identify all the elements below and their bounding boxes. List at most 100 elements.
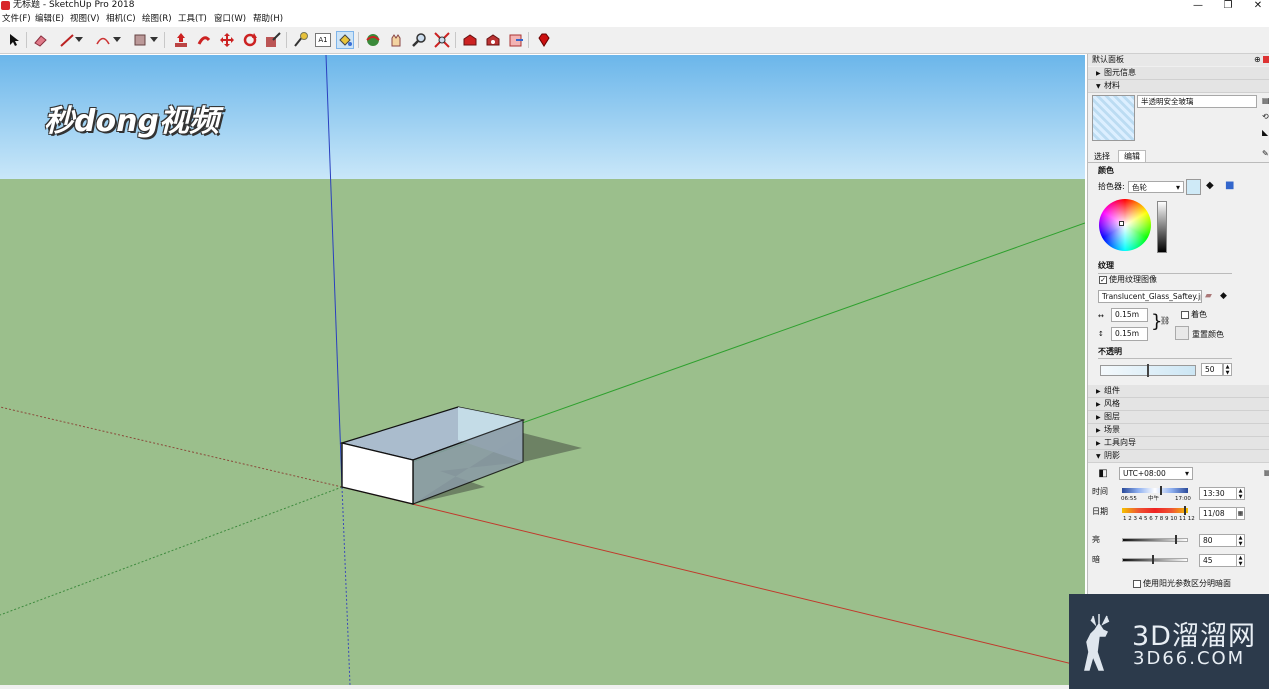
lock-aspect-icon[interactable]: ⛓: [1160, 316, 1170, 325]
zoom-icon[interactable]: [410, 31, 428, 49]
date-slider[interactable]: [1122, 508, 1188, 513]
warehouse-icon[interactable]: [461, 31, 479, 49]
menu-tools[interactable]: 工具(T): [178, 14, 207, 25]
colorize-checkbox[interactable]: [1181, 311, 1189, 319]
menu-help[interactable]: 帮助(H): [253, 14, 283, 25]
reset-color-swatch[interactable]: [1175, 326, 1189, 340]
section-materials[interactable]: ▼ 材料: [1088, 80, 1269, 93]
blue-axis-negative: [341, 486, 351, 685]
time-field[interactable]: 13:30: [1199, 487, 1237, 500]
toolbar-separator: [455, 32, 456, 48]
ruby-icon[interactable]: [535, 31, 553, 49]
select-icon[interactable]: [5, 31, 23, 49]
tape-measure-icon[interactable]: [292, 31, 310, 49]
date-field[interactable]: 11/08: [1199, 507, 1237, 520]
chevron-down-icon[interactable]: [149, 31, 159, 49]
menu-file[interactable]: 文件(F): [2, 14, 31, 25]
material-name-field[interactable]: 半透明安全玻璃: [1137, 95, 1257, 108]
pin-icon[interactable]: ⊕: [1254, 55, 1261, 65]
opacity-slider-thumb[interactable]: [1147, 364, 1149, 377]
toolbar-separator: [164, 32, 165, 48]
time-spinner[interactable]: ▲ ▼: [1236, 487, 1245, 500]
section-styles[interactable]: ▶ 风格: [1088, 398, 1269, 411]
shape-icon[interactable]: [131, 31, 149, 49]
toggle-shadows-icon[interactable]: ◧: [1096, 468, 1110, 481]
brightness-slider[interactable]: [1157, 201, 1167, 253]
section-shadows[interactable]: ▼ 阴影: [1088, 450, 1269, 463]
material-swatch[interactable]: [1092, 95, 1135, 141]
calendar-icon[interactable]: ▦: [1236, 507, 1245, 520]
opacity-spinner[interactable]: ▲ ▼: [1223, 363, 1232, 376]
texture-height-field[interactable]: 0.15m: [1111, 327, 1148, 341]
chevron-down-icon[interactable]: [74, 31, 84, 49]
chevron-down-icon[interactable]: [112, 31, 122, 49]
follow-me-icon[interactable]: [195, 31, 213, 49]
match-color-model-icon[interactable]: ◆: [1206, 180, 1214, 191]
menu-edit[interactable]: 编辑(E): [35, 14, 64, 25]
time-slider[interactable]: [1122, 488, 1188, 493]
color-wheel-marker[interactable]: [1119, 221, 1124, 226]
dark-field[interactable]: 45: [1199, 554, 1237, 567]
menu-window[interactable]: 窗口(W): [214, 14, 246, 25]
reset-material-icon[interactable]: ⟲: [1262, 112, 1269, 121]
use-texture-checkbox[interactable]: ✓: [1099, 276, 1107, 284]
section-components[interactable]: ▶ 组件: [1088, 385, 1269, 398]
picker-select[interactable]: 色轮: [1128, 181, 1184, 193]
light-spinner[interactable]: ▲ ▼: [1236, 534, 1245, 547]
orbit-icon[interactable]: [364, 31, 382, 49]
menu-draw[interactable]: 绘图(R): [142, 14, 172, 25]
pan-icon[interactable]: [387, 31, 405, 49]
close-icon[interactable]: [1263, 56, 1269, 63]
dark-slider[interactable]: [1122, 558, 1188, 562]
sample-paint-icon[interactable]: ◣: [1262, 128, 1268, 137]
close-button[interactable]: ✕: [1243, 0, 1269, 12]
light-slider-thumb[interactable]: [1175, 535, 1177, 544]
deer-logo-icon: [1084, 614, 1110, 671]
create-material-icon[interactable]: ▤: [1262, 96, 1269, 105]
tab-select[interactable]: 选择: [1094, 152, 1110, 162]
menu-view[interactable]: 视图(V): [70, 14, 99, 25]
maximize-button[interactable]: ❐: [1213, 0, 1243, 12]
time-slider-thumb[interactable]: [1160, 486, 1162, 495]
toolbar-separator: [358, 32, 359, 48]
light-field[interactable]: 80: [1199, 534, 1237, 547]
expand-shadows-icon[interactable]: ▤: [1264, 468, 1269, 477]
section-instructor[interactable]: ▶ 工具向导: [1088, 437, 1269, 450]
minimize-button[interactable]: —: [1183, 0, 1213, 12]
model-viewport[interactable]: 秒dong视频: [0, 55, 1085, 685]
menu-camera[interactable]: 相机(C): [106, 14, 136, 25]
picker-label: 拾色器:: [1098, 182, 1125, 191]
sun-shading-checkbox[interactable]: [1133, 580, 1141, 588]
scale-icon[interactable]: [264, 31, 282, 49]
opacity-divider: [1098, 358, 1232, 359]
section-scenes[interactable]: ▶ 场景: [1088, 424, 1269, 437]
text-icon[interactable]: A1: [315, 33, 331, 47]
texture-file-field[interactable]: Translucent_Glass_Saftey.jpg: [1098, 290, 1202, 303]
browse-folder-icon[interactable]: ▰: [1205, 291, 1212, 301]
zoom-extents-icon[interactable]: [433, 31, 451, 49]
chevron-right-icon: ▶: [1096, 440, 1101, 447]
pencil-icon[interactable]: ✎: [1262, 149, 1269, 158]
dark-spinner[interactable]: ▲ ▼: [1236, 554, 1245, 567]
color-preview: [1186, 179, 1201, 195]
section-layers[interactable]: ▶ 图层: [1088, 411, 1269, 424]
reset-color-label[interactable]: 重置颜色: [1192, 330, 1224, 340]
paint-bucket-icon[interactable]: [336, 31, 354, 49]
timezone-select[interactable]: UTC+08:00: [1119, 467, 1193, 480]
rotate-icon[interactable]: [241, 31, 259, 49]
opacity-value-field[interactable]: 50: [1201, 363, 1223, 376]
texture-width-field[interactable]: 0.15m: [1111, 308, 1148, 322]
match-color-screen-icon[interactable]: ■: [1225, 180, 1234, 191]
send-to-layout-icon[interactable]: [507, 31, 525, 49]
eraser-icon[interactable]: [31, 31, 49, 49]
dark-slider-thumb[interactable]: [1152, 555, 1154, 564]
push-pull-icon[interactable]: [172, 31, 190, 49]
move-icon[interactable]: [218, 31, 236, 49]
light-slider[interactable]: [1122, 538, 1188, 542]
color-wheel[interactable]: [1099, 199, 1151, 251]
section-entity-info[interactable]: ▶ 图元信息: [1088, 67, 1269, 80]
opacity-slider[interactable]: [1100, 364, 1196, 377]
arc-icon[interactable]: [94, 31, 112, 49]
edit-texture-icon[interactable]: ◆: [1220, 291, 1227, 301]
extension-warehouse-icon[interactable]: [484, 31, 502, 49]
